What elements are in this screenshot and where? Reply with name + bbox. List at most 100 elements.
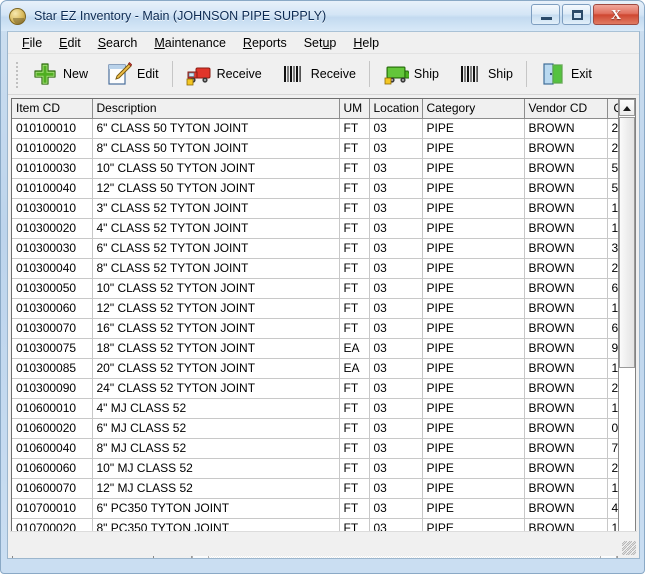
cell-location[interactable]: 03 xyxy=(369,298,423,319)
cell-category[interactable]: PIPE xyxy=(422,498,525,519)
column-header-um[interactable]: UM xyxy=(339,99,370,119)
cell-item-cd[interactable]: 010700010 xyxy=(12,498,93,519)
cell-vendor-cd[interactable]: BROWN xyxy=(524,278,608,299)
cell-location[interactable]: 03 xyxy=(369,398,423,419)
cell-location[interactable]: 03 xyxy=(369,158,423,179)
cell-location[interactable]: 03 xyxy=(369,258,423,279)
cell-description[interactable]: 18" CLASS 52 TYTON JOINT xyxy=(92,338,340,359)
cell-category[interactable]: PIPE xyxy=(422,438,525,459)
cell-location[interactable]: 03 xyxy=(369,358,423,379)
cell-category[interactable]: PIPE xyxy=(422,218,525,239)
cell-location[interactable]: 03 xyxy=(369,338,423,359)
scroll-up-button[interactable] xyxy=(619,99,635,116)
cell-item-cd[interactable]: 010300060 xyxy=(12,298,93,319)
cell-description[interactable]: 12" MJ CLASS 52 xyxy=(92,478,340,499)
cell-um[interactable]: FT xyxy=(339,138,370,159)
cell-location[interactable]: 03 xyxy=(369,478,423,499)
cell-vendor-cd[interactable]: BROWN xyxy=(524,478,608,499)
cell-location[interactable]: 03 xyxy=(369,458,423,479)
vertical-scrollbar-thumb[interactable] xyxy=(619,117,635,368)
title-bar[interactable]: Star EZ Inventory - Main (JOHNSON PIPE S… xyxy=(1,1,644,31)
table-row[interactable]: 010600020 6" MJ CLASS 52 FT 03 PIPE BROWN 0 xyxy=(12,418,635,439)
cell-description[interactable]: 10" CLASS 50 TYTON JOINT xyxy=(92,158,340,179)
toolbar-exit-button[interactable]: Exit xyxy=(531,57,601,91)
cell-vendor-cd[interactable]: BROWN xyxy=(524,338,608,359)
cell-item-cd[interactable]: 010600060 xyxy=(12,458,93,479)
cell-item-cd[interactable]: 010600020 xyxy=(12,418,93,439)
column-header-vendor-cd[interactable]: Vendor CD xyxy=(524,99,608,119)
close-button[interactable]: X xyxy=(593,4,639,25)
cell-description[interactable]: 6" MJ CLASS 52 xyxy=(92,418,340,439)
cell-category[interactable]: PIPE xyxy=(422,378,525,399)
cell-vendor-cd[interactable]: BROWN xyxy=(524,298,608,319)
table-row[interactable]: 010300030 6" CLASS 52 TYTON JOINT FT 03 PIPE… xyxy=(12,238,635,259)
cell-description[interactable]: 4" CLASS 52 TYTON JOINT xyxy=(92,218,340,239)
cell-location[interactable]: 03 xyxy=(369,498,423,519)
cell-item-cd[interactable]: 010300090 xyxy=(12,378,93,399)
cell-vendor-cd[interactable]: BROWN xyxy=(524,458,608,479)
cell-category[interactable]: PIPE xyxy=(422,258,525,279)
cell-location[interactable]: 03 xyxy=(369,138,423,159)
cell-vendor-cd[interactable]: BROWN xyxy=(524,238,608,259)
cell-description[interactable]: 12" CLASS 52 TYTON JOINT xyxy=(92,298,340,319)
table-row[interactable]: 010600040 8" MJ CLASS 52 FT 03 PIPE BROWN 7 xyxy=(12,438,635,459)
cell-location[interactable]: 03 xyxy=(369,118,423,139)
cell-description[interactable]: 24" CLASS 52 TYTON JOINT xyxy=(92,378,340,399)
menu-item-reports[interactable]: Reports xyxy=(235,34,296,52)
cell-um[interactable]: FT xyxy=(339,298,370,319)
table-row[interactable]: 01060006010" MJ CLASS 52FT03PIPEBROWN20 xyxy=(12,458,635,479)
table-row[interactable]: 010100020 8" CLASS 50 TYTON JOINT FT 03 PIPE… xyxy=(12,138,635,159)
table-row[interactable]: 010300040 8" CLASS 52 TYTON JOINT FT 03 PIPE… xyxy=(12,258,635,279)
table-row[interactable]: 010100030 10" CLASS 50 TYTON JOINT FT 03 PIP… xyxy=(12,158,635,179)
cell-description[interactable]: 10" CLASS 52 TYTON JOINT xyxy=(92,278,340,299)
resize-grip-icon[interactable] xyxy=(622,541,636,555)
table-row[interactable]: 010700010 6" PC350 TYTON JOINT FT 03 PIPE BRO… xyxy=(12,498,635,519)
cell-vendor-cd[interactable]: BROWN xyxy=(524,358,608,379)
cell-location[interactable]: 03 xyxy=(369,438,423,459)
cell-item-cd[interactable]: 010100020 xyxy=(12,138,93,159)
cell-item-cd[interactable]: 010600070 xyxy=(12,478,93,499)
cell-location[interactable]: 03 xyxy=(369,278,423,299)
cell-category[interactable]: PIPE xyxy=(422,478,525,499)
cell-item-cd[interactable]: 010100010 xyxy=(12,118,93,139)
cell-description[interactable]: 8" MJ CLASS 52 xyxy=(92,438,340,459)
cell-description[interactable]: 12" CLASS 50 TYTON JOINT xyxy=(92,178,340,199)
cell-description[interactable]: 10" MJ CLASS 52 xyxy=(92,458,340,479)
cell-item-cd[interactable]: 010300030 xyxy=(12,238,93,259)
cell-category[interactable]: PIPE xyxy=(422,198,525,219)
cell-category[interactable]: PIPE xyxy=(422,118,525,139)
cell-item-cd[interactable]: 010300085 xyxy=(12,358,93,379)
table-row[interactable]: 01060007012" MJ CLASS 52FT03PIPEBROWN10 xyxy=(12,478,635,499)
cell-um[interactable]: FT xyxy=(339,378,370,399)
toolbar-receive-button[interactable]: Receive xyxy=(177,57,271,91)
cell-category[interactable]: PIPE xyxy=(422,458,525,479)
column-header-description[interactable]: Description xyxy=(92,99,340,119)
table-row[interactable]: 010300075 18" CLASS 52 TYTON JOINT EA 03 PIP… xyxy=(12,338,635,359)
cell-um[interactable]: FT xyxy=(339,178,370,199)
cell-vendor-cd[interactable]: BROWN xyxy=(524,398,608,419)
cell-vendor-cd[interactable]: BROWN xyxy=(524,258,608,279)
cell-um[interactable]: FT xyxy=(339,398,370,419)
column-header-item-cd[interactable]: Item CD xyxy=(12,99,93,119)
cell-vendor-cd[interactable]: BROWN xyxy=(524,218,608,239)
cell-category[interactable]: PIPE xyxy=(422,358,525,379)
toolbar-drag-grip[interactable] xyxy=(14,60,20,88)
cell-item-cd[interactable]: 010600040 xyxy=(12,438,93,459)
table-row[interactable]: 010300010 3" CLASS 52 TYTON JOINT FT 03 PIPE… xyxy=(12,198,635,219)
cell-description[interactable]: 6" PC350 TYTON JOINT xyxy=(92,498,340,519)
maximize-button[interactable] xyxy=(562,4,591,25)
table-row[interactable]: 0106000104" MJ CLASS 52FT03PIPEBROWN14 xyxy=(12,398,635,419)
cell-um[interactable]: FT xyxy=(339,278,370,299)
inventory-grid[interactable]: Item CD Description UM Location Category Vend… xyxy=(11,98,636,553)
cell-item-cd[interactable]: 010300020 xyxy=(12,218,93,239)
table-row[interactable]: 010300085 20" CLASS 52 TYTON JOINT EA 03 PIP… xyxy=(12,358,635,379)
cell-location[interactable]: 03 xyxy=(369,178,423,199)
cell-um[interactable]: FT xyxy=(339,118,370,139)
cell-um[interactable]: EA xyxy=(339,358,370,379)
toolbar-new-button[interactable]: New xyxy=(23,57,97,91)
cell-item-cd[interactable]: 010300070 xyxy=(12,318,93,339)
table-row[interactable]: 010300090 24" CLASS 52 TYTON JOINT FT 03 PIP… xyxy=(12,378,635,399)
table-row[interactable]: 010300060 12" CLASS 52 TYTON JOINT FT 03 PIP… xyxy=(12,298,635,319)
cell-item-cd[interactable]: 010600010 xyxy=(12,398,93,419)
menu-item-file[interactable]: File xyxy=(14,34,51,52)
